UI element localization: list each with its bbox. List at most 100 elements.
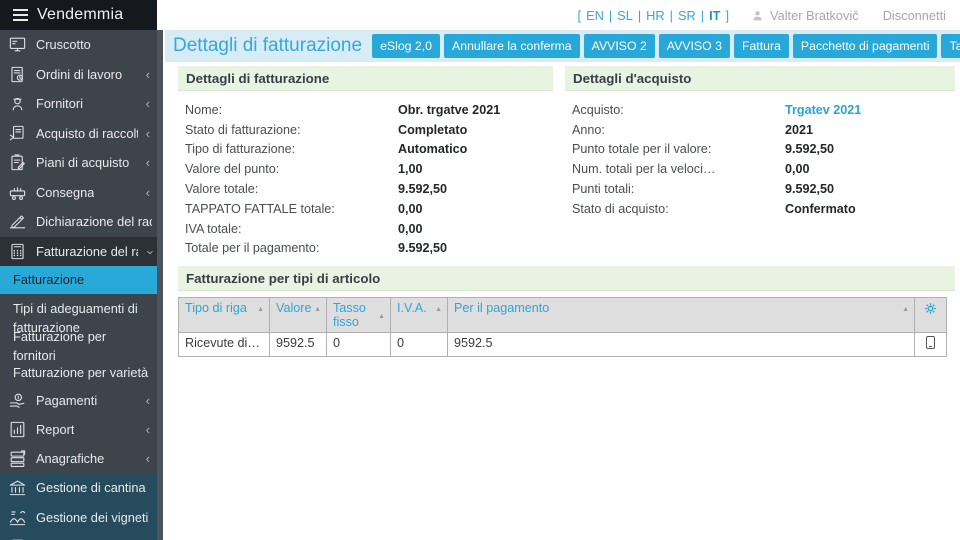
field-row: Stato di acquisto:Confermato	[565, 199, 955, 219]
table-row[interactable]: Ricevute di acq... 9592.5 0 0 9592.5	[179, 333, 947, 357]
logout-link[interactable]: Disconnetti	[883, 8, 946, 23]
sort-asc-icon[interactable]: ▲	[902, 306, 909, 313]
sidebar-item-label: Pagamenti	[36, 393, 97, 408]
gear-icon	[924, 302, 937, 315]
sidebar-item-fornitori[interactable]: Fornitori	[0, 89, 157, 119]
sidebar-item-piani-di-acquisto[interactable]: Piani di acquisto	[0, 148, 157, 178]
app-title: Vendemmia	[37, 6, 123, 24]
sidebar-item-label: Ordini di lavoro	[36, 67, 122, 82]
sidebar-item-pagamenti[interactable]: Pagamenti	[0, 386, 157, 415]
field-row: Acquisto:Trgatev 2021	[565, 100, 955, 120]
field-label: Stato di fatturazione:	[185, 123, 398, 137]
cell-tipo-di-riga: Ricevute di acq...	[179, 333, 270, 357]
separator: |	[670, 8, 673, 23]
lang-sr[interactable]: SR	[678, 8, 696, 23]
field-value: Obr. trgatve 2021	[398, 103, 500, 117]
sidebar-header: Vendemmia	[0, 0, 157, 30]
row-detail-button[interactable]	[915, 333, 947, 357]
sort-asc-icon[interactable]: ▲	[314, 306, 321, 313]
sidebar-subitem-fatturazione[interactable]: Fatturazione	[0, 266, 157, 294]
purchase-link[interactable]: Trgatev 2021	[785, 103, 861, 117]
field-value: 1,00	[398, 162, 423, 176]
sidebar-item-label: Fatturazione del raccolto	[36, 244, 138, 259]
sidebar-item-partial[interactable]	[0, 532, 157, 540]
field-label: Stato di acquisto:	[572, 202, 785, 216]
user-info: Valter Bratkovič	[751, 8, 859, 23]
column-header-per-il-pagamento[interactable]: Per il pagamento▲	[448, 298, 915, 333]
sidebar-item-gestione-dei-vigneti[interactable]: Gestione dei vigneti	[0, 503, 157, 533]
sort-asc-icon[interactable]: ▲	[378, 313, 385, 320]
sidebar-item-consegna[interactable]: Consegna	[0, 178, 157, 208]
sidebar-item-label: Cruscotto	[36, 37, 91, 52]
lang-hr[interactable]: HR	[646, 8, 664, 23]
tassa-piatta-button[interactable]: Tassa piatta	[941, 34, 960, 58]
avviso2-button[interactable]: AVVISO 2	[584, 34, 655, 58]
column-header-valore[interactable]: Valore▲	[270, 298, 327, 333]
cell-per-il-pagamento: 9592.5	[448, 333, 915, 357]
registries-icon	[7, 449, 28, 468]
bracket: [	[578, 8, 582, 23]
user-name: Valter Bratkovič	[770, 8, 859, 23]
field-label: Punti totali:	[572, 182, 785, 196]
field-value: 0,00	[785, 162, 810, 176]
sidebar-item-label: Anagrafiche	[36, 451, 104, 466]
sidebar-item-gestione-di-cantina[interactable]: Gestione di cantina	[0, 473, 157, 503]
field-label: Nome:	[185, 103, 398, 117]
sidebar-scrollbar[interactable]	[157, 30, 163, 540]
sidebar-item-acquisto-di-raccolta[interactable]: Acquisto di raccolta	[0, 119, 157, 149]
sort-asc-icon[interactable]: ▲	[257, 306, 264, 313]
field-row: Tipo di fatturazione:Automatico	[178, 140, 553, 160]
field-row: Anno:2021	[565, 120, 955, 140]
pacchetto-pagamenti-button[interactable]: Pacchetto di pagamenti	[793, 34, 938, 58]
billing-details-header: Dettagli di fatturazione	[178, 66, 553, 91]
purchase-details-panel: Dettagli d'acquisto Acquisto:Trgatev 202…	[565, 66, 955, 219]
dashboard-icon	[7, 35, 28, 54]
cell-valore: 9592.5	[270, 333, 327, 357]
suppliers-icon	[7, 94, 28, 113]
field-value: 9.592,50	[785, 142, 834, 156]
sidebar-item-anagrafiche[interactable]: Anagrafiche	[0, 444, 157, 473]
field-value: Automatico	[398, 142, 467, 156]
column-header-tasso-fisso[interactable]: Tasso fisso▲	[327, 298, 391, 333]
field-row: IVA totale:0,00	[178, 219, 553, 239]
sidebar-item-label: Consegna	[36, 185, 94, 200]
payments-icon	[7, 391, 28, 410]
field-value: 9.592,50	[398, 241, 447, 255]
eslog-button[interactable]: eSlog 2,0	[372, 34, 440, 58]
column-header-iva[interactable]: I.V.A.▲	[391, 298, 448, 333]
sidebar-management-section: Gestione di cantina Gestione dei vigneti	[0, 473, 157, 540]
annulla-conferma-button[interactable]: Annullare la conferma	[444, 34, 580, 58]
hamburger-menu-icon[interactable]	[13, 9, 28, 21]
field-row: Valore totale:9.592,50	[178, 179, 553, 199]
sidebar-item-cruscotto[interactable]: Cruscotto	[0, 30, 157, 60]
field-value: 0,00	[398, 202, 423, 216]
column-header-tipo-di-riga[interactable]: Tipo di riga▲	[179, 298, 270, 333]
table-settings-button[interactable]	[915, 298, 947, 333]
article-types-table: Tipo di riga▲ Valore▲ Tasso fisso▲ I.V.A…	[178, 297, 947, 357]
field-row: Punto totale per il valore:9.592,50	[565, 140, 955, 160]
sort-asc-icon[interactable]: ▲	[435, 306, 442, 313]
field-value: Confermato	[785, 202, 856, 216]
sidebar-item-dichiarazione-del-raccolto[interactable]: Dichiarazione del raccolto	[0, 207, 157, 237]
sidebar-item-label: Gestione dei vigneti	[36, 510, 148, 525]
sidebar-item-label: Gestione di cantina	[36, 480, 146, 495]
avviso3-button[interactable]: AVVISO 3	[659, 34, 730, 58]
field-row: TAPPATO FATTALE totale:0,00	[178, 199, 553, 219]
field-row: Num. totali per la veloci…0,00	[565, 159, 955, 179]
lang-sl[interactable]: SL	[617, 8, 633, 23]
field-label: Totale per il pagamento:	[185, 241, 398, 255]
lang-en[interactable]: EN	[586, 8, 604, 23]
fattura-button[interactable]: Fattura	[734, 34, 789, 58]
sidebar-item-fatturazione-del-raccolto[interactable]: Fatturazione del raccolto	[0, 237, 157, 267]
sidebar-item-report[interactable]: Report	[0, 415, 157, 444]
cell-tasso-fisso: 0	[327, 333, 391, 357]
article-types-header: Fatturazione per tipi di articolo	[178, 266, 955, 291]
sidebar-subitem-fatturazione-per-varieta[interactable]: Fatturazione per varietà	[0, 360, 157, 386]
field-row: Valore del punto:1,00	[178, 159, 553, 179]
delivery-icon	[7, 183, 28, 202]
field-row: Stato di fatturazione:Completato	[178, 120, 553, 140]
purchase-plans-icon	[7, 153, 28, 172]
sidebar-item-ordini-di-lavoro[interactable]: Ordini di lavoro	[0, 60, 157, 90]
sidebar-subitem-fatturazione-per-fornitori[interactable]: Fatturazione per fornitori	[0, 333, 157, 360]
lang-it[interactable]: IT	[709, 8, 720, 23]
